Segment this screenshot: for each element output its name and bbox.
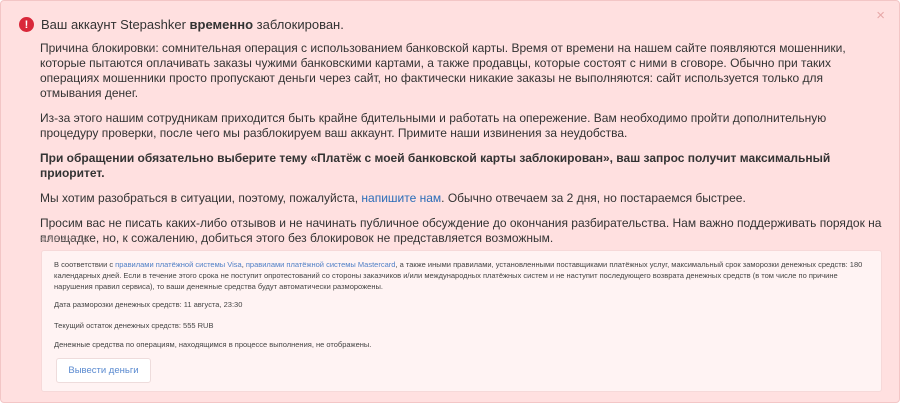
title-prefix: Ваш аккаунт Stepashker	[41, 17, 190, 32]
mastercard-rules-link[interactable]: правилами платёжной системы Mastercard	[246, 260, 396, 269]
title-suffix: заблокирован.	[253, 17, 344, 32]
verification-paragraph: Из-за этого нашим сотрудникам приходится…	[40, 111, 827, 140]
rules-prefix: В соответствии с	[54, 260, 116, 269]
blocked-account-alert: × ! Ваш аккаунт Stepashker временно забл…	[0, 0, 900, 403]
pending-note: Денежные средства по операциям, находящи…	[54, 340, 372, 349]
contact-paragraph: Мы хотим разобраться в ситуации, поэтому…	[40, 191, 885, 206]
withdraw-money-button[interactable]: Вывести деньги	[56, 358, 151, 383]
contact-prefix: Мы хотим разобраться в ситуации, поэтому…	[40, 191, 362, 205]
unfreeze-date: Дата разморозки денежных средств: 11 авг…	[54, 300, 243, 309]
contact-suffix: . Обычно отвечаем за 2 дня, но постараем…	[441, 191, 746, 205]
finance-box: В соответствии с правилами платёжной сис…	[41, 250, 882, 392]
priority-paragraph: При обращении обязательно выберите тему …	[40, 151, 831, 180]
finance-rules-text: В соответствии с правилами платёжной сис…	[54, 259, 864, 292]
finance-section-label: ФИНАНСЫ	[40, 235, 89, 244]
alert-content: Причина блокировки: сомнительная операци…	[40, 41, 885, 256]
title-bold: временно	[189, 17, 254, 32]
visa-rules-link[interactable]: правилами платёжной системы Visa	[115, 260, 242, 269]
reason-paragraph: Причина блокировки: сомнительная операци…	[40, 41, 846, 100]
alert-title: Ваш аккаунт Stepashker временно заблокир…	[41, 17, 344, 32]
close-icon[interactable]: ×	[876, 8, 885, 23]
no-reviews-paragraph: Просим вас не писать каких-либо отзывов …	[40, 216, 882, 245]
current-balance: Текущий остаток денежных средств: 555 RU…	[54, 321, 214, 330]
error-icon: !	[19, 17, 34, 32]
alert-header: ! Ваш аккаунт Stepashker временно заблок…	[19, 17, 344, 32]
write-us-link[interactable]: напишите нам	[361, 191, 441, 205]
